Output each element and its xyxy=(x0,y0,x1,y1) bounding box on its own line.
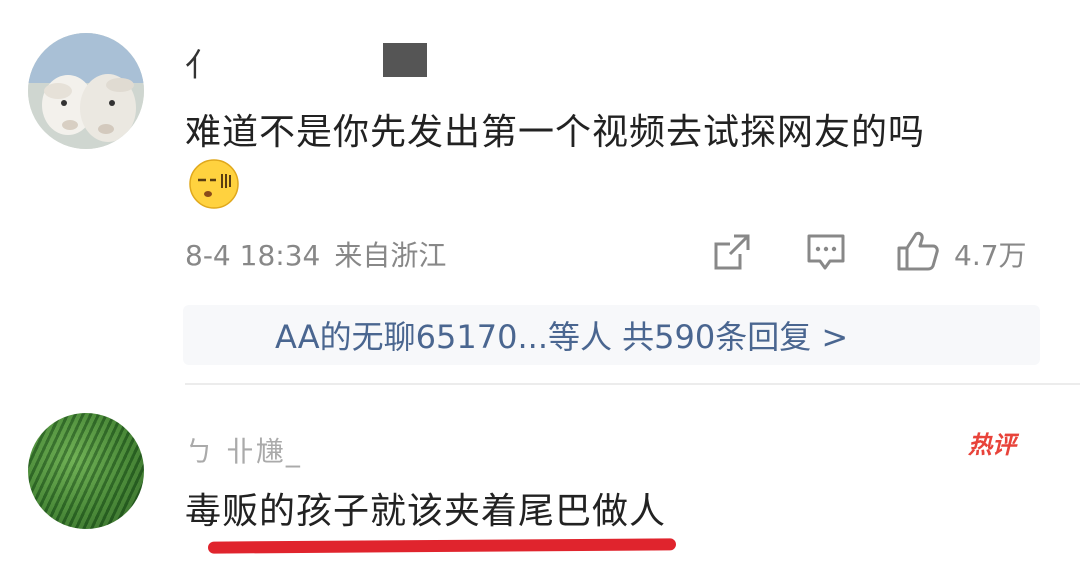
username[interactable]: 亻 xyxy=(185,40,217,86)
like-count: 4.7万 xyxy=(954,239,1027,272)
comment-date: 8-4 18:34 xyxy=(185,239,321,272)
username[interactable]: ㄅ 卝尲_ xyxy=(185,430,302,470)
blurred-username-part xyxy=(383,43,427,77)
red-underline-annotation xyxy=(207,538,677,554)
share-icon[interactable] xyxy=(712,232,752,272)
comment-location: 来自浙江 xyxy=(334,239,447,272)
yawn-emoji-icon xyxy=(188,158,240,214)
comment-meta: 8-4 18:34 来自浙江 xyxy=(185,234,446,274)
comment-icon[interactable] xyxy=(806,232,846,272)
goats-photo xyxy=(28,33,144,149)
user-avatar-grass[interactable] xyxy=(28,413,144,529)
comment-text: 毒贩的孩子就该夹着尾巴做人 xyxy=(185,491,667,532)
like-icon[interactable] xyxy=(896,230,940,272)
view-replies-link[interactable]: AA的无聊65170...等人 共590条回复 > xyxy=(275,312,848,358)
divider xyxy=(185,383,1080,385)
hot-comment-badge: 热评 xyxy=(968,431,1016,459)
user-avatar-goats[interactable] xyxy=(28,33,144,149)
comment-text: 难道不是你先发出第一个视频去试探网友的吗 xyxy=(185,112,926,153)
